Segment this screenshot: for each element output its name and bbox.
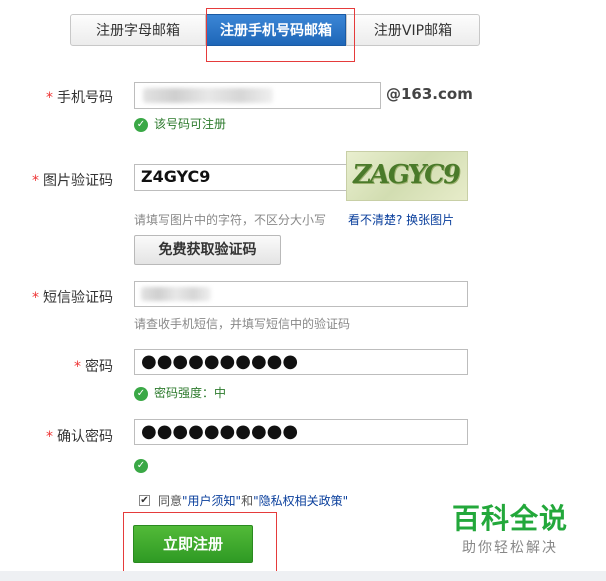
phone-input[interactable] [134, 82, 381, 109]
captcha-label-text: 图片验证码 [43, 173, 113, 189]
password-label-text: 密码 [85, 359, 113, 375]
terms-link[interactable]: "用户须知" [182, 492, 241, 509]
agree-conj: 和 [241, 494, 254, 508]
tab-vip-email[interactable]: 注册VIP邮箱 [346, 14, 480, 46]
check-icon: ✓ [134, 386, 148, 401]
redacted-phone [143, 88, 273, 103]
password-input[interactable]: ●●●●●●●●●● [134, 349, 468, 375]
captcha-image-text: ZAGYC9 [350, 160, 461, 190]
privacy-link[interactable]: "隐私权相关政策" [253, 492, 348, 509]
redacted-sms-code [141, 287, 211, 301]
domain-suffix: @163.com [386, 85, 473, 103]
password-label: * 密码 [3, 356, 113, 376]
captcha-image[interactable]: ZAGYC9 [346, 151, 468, 201]
get-sms-code-button[interactable]: 免费获取验证码 [134, 235, 281, 265]
required-mark: * [32, 290, 39, 306]
confirm-status: ✓ [134, 455, 154, 474]
highlight-box-register [123, 512, 277, 576]
required-mark: * [46, 429, 53, 445]
password-strength: ✓ 密码强度：中 [134, 384, 226, 401]
phone-label: * 手机号码 [3, 87, 113, 107]
agree-checkbox[interactable]: ✔ [139, 495, 150, 506]
captcha-hint: 请填写图片中的字符，不区分大小写 [134, 213, 327, 227]
confirm-password-input[interactable]: ●●●●●●●●●● [134, 419, 468, 445]
captcha-input[interactable]: Z4GYC9 [134, 164, 370, 191]
check-icon: ✓ [134, 458, 148, 473]
confirm-label-text: 确认密码 [57, 429, 113, 445]
required-mark: * [74, 359, 81, 375]
password-strength-text: 密码强度：中 [154, 386, 227, 400]
phone-status-text: 该号码可注册 [154, 117, 227, 131]
agreement-row: ✔ 同意 "用户须知" 和 "隐私权相关政策" [139, 492, 348, 509]
required-mark: * [46, 90, 53, 106]
watermark-subtitle: 助你轻松解决 [462, 540, 558, 556]
sms-label: * 短信验证码 [3, 287, 113, 307]
phone-status: ✓ 该号码可注册 [134, 115, 226, 132]
sms-label-text: 短信验证码 [43, 290, 113, 306]
captcha-label: * 图片验证码 [3, 170, 113, 190]
check-icon: ✓ [134, 117, 148, 132]
watermark: 百科全说 助你轻松解决 [440, 497, 580, 557]
highlight-box-tab [206, 8, 355, 62]
sms-code-input[interactable] [134, 281, 468, 307]
tab-letter-email[interactable]: 注册字母邮箱 [70, 14, 206, 46]
confirm-label: * 确认密码 [3, 426, 113, 446]
watermark-title: 百科全说 [451, 502, 568, 535]
bottom-edge [0, 571, 606, 581]
phone-label-text: 手机号码 [57, 90, 113, 106]
agree-prefix: 同意 [158, 494, 183, 508]
sms-hint: 请查收手机短信，并填写短信中的验证码 [134, 317, 351, 331]
refresh-captcha-link[interactable]: 看不清楚? 换张图片 [348, 211, 454, 228]
required-mark: * [32, 173, 39, 189]
